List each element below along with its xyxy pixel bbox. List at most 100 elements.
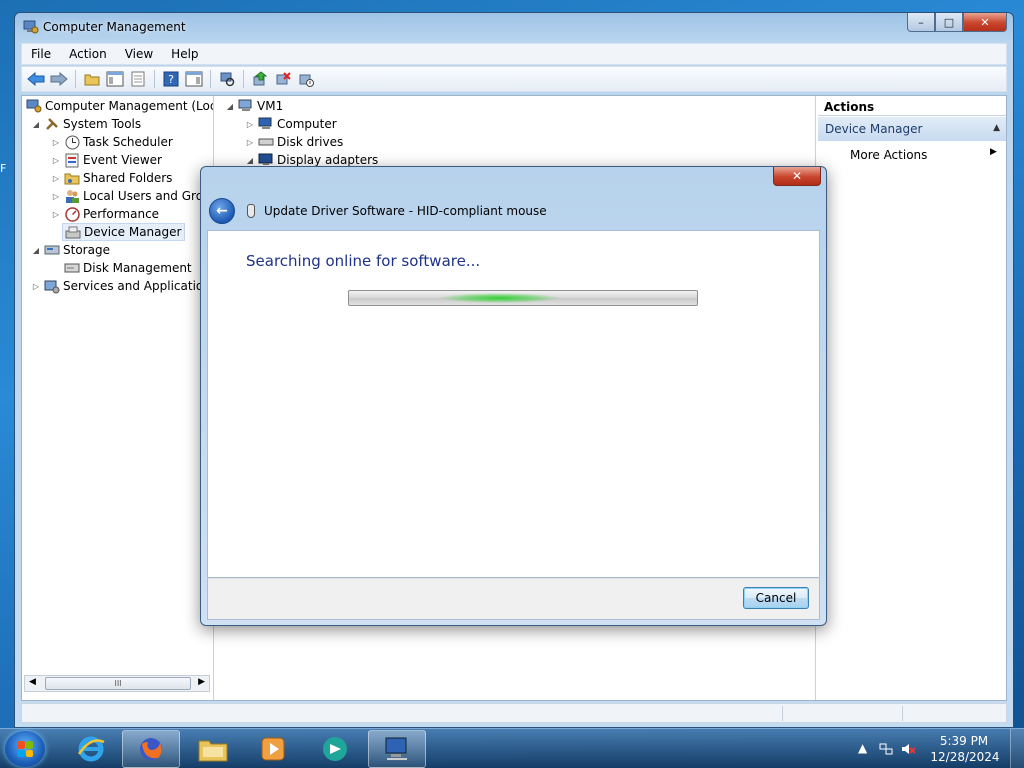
tree-item-storage[interactable]: ◢ Storage bbox=[30, 241, 110, 259]
device-category-computer[interactable]: ▷ Computer bbox=[244, 115, 337, 133]
marquee-progress-bar bbox=[348, 290, 698, 306]
start-button[interactable] bbox=[5, 731, 45, 767]
minimize-button[interactable]: – bbox=[907, 13, 935, 32]
tree-horizontal-scrollbar[interactable]: ◀ III ▶ bbox=[24, 675, 210, 692]
menu-action[interactable]: Action bbox=[60, 47, 116, 61]
status-bar bbox=[21, 703, 1007, 723]
update-driver-icon[interactable] bbox=[250, 69, 270, 89]
tree-label: Local Users and Group bbox=[83, 189, 214, 203]
cancel-button[interactable]: Cancel bbox=[743, 587, 809, 609]
show-hidden-icons-icon[interactable]: ▲ bbox=[858, 741, 867, 755]
collapsed-triangle-icon[interactable]: ▷ bbox=[30, 282, 42, 291]
scrollbar-thumb[interactable]: III bbox=[45, 677, 191, 690]
scroll-right-icon[interactable]: ▶ bbox=[198, 677, 205, 687]
menu-bar: File Action View Help bbox=[21, 43, 1007, 65]
show-hide-tree-icon[interactable] bbox=[105, 69, 125, 89]
event-viewer-icon bbox=[64, 152, 80, 168]
tree-item-event-viewer[interactable]: ▷ Event Viewer bbox=[50, 151, 162, 169]
up-folder-icon[interactable] bbox=[82, 69, 102, 89]
more-actions-link[interactable]: More Actions bbox=[850, 148, 927, 162]
taskbar-file-explorer[interactable] bbox=[184, 730, 242, 768]
tree-item-services-applications[interactable]: ▷ Services and Applications bbox=[30, 277, 214, 295]
expanded-triangle-icon[interactable]: ◢ bbox=[30, 246, 42, 255]
taskbar: ▲ 5:39 PM 12/28/2024 bbox=[0, 728, 1024, 768]
network-icon[interactable] bbox=[878, 741, 894, 757]
actions-section-device-manager[interactable]: Device Manager ▲ bbox=[818, 117, 1006, 141]
back-arrow-icon[interactable]: ← bbox=[209, 198, 235, 224]
clock-date[interactable]: 12/28/2024 bbox=[930, 750, 1000, 764]
status-divider bbox=[782, 706, 783, 721]
computer-management-icon bbox=[26, 98, 42, 114]
scroll-left-icon[interactable]: ◀ bbox=[29, 677, 36, 687]
menu-view[interactable]: View bbox=[116, 47, 162, 61]
tree-label: Storage bbox=[63, 243, 110, 257]
tree-item-task-scheduler[interactable]: ▷ Task Scheduler bbox=[50, 133, 173, 151]
tree-item-disk-management[interactable]: Disk Management bbox=[62, 259, 192, 277]
maximize-button[interactable]: □ bbox=[935, 13, 963, 32]
tree-item-computer-management[interactable]: Computer Management (Local bbox=[24, 97, 213, 115]
collapsed-triangle-icon[interactable]: ▷ bbox=[244, 138, 256, 147]
collapsed-triangle-icon[interactable]: ▷ bbox=[50, 210, 62, 219]
device-category-label: Computer bbox=[277, 117, 337, 131]
tree-item-local-users[interactable]: ▷ Local Users and Group bbox=[50, 187, 214, 205]
taskbar-app[interactable] bbox=[306, 730, 364, 768]
clock-icon bbox=[64, 134, 80, 150]
menu-help[interactable]: Help bbox=[162, 47, 207, 61]
performance-icon bbox=[64, 206, 80, 222]
taskbar-internet-explorer[interactable] bbox=[62, 730, 120, 768]
storage-icon bbox=[44, 242, 60, 258]
device-root-vm1[interactable]: ◢ VM1 bbox=[224, 97, 283, 115]
tree-item-shared-folders[interactable]: ▷ Shared Folders bbox=[50, 169, 172, 187]
expanded-triangle-icon[interactable]: ◢ bbox=[30, 120, 42, 129]
folder-icon bbox=[198, 740, 228, 762]
dialog-body: Searching online for software... bbox=[207, 230, 820, 578]
title-bar[interactable]: Computer Management – □ ✕ bbox=[15, 13, 1013, 41]
tree-label: Services and Applications bbox=[63, 279, 214, 293]
action-pane-icon[interactable] bbox=[184, 69, 204, 89]
tools-icon bbox=[44, 116, 60, 132]
expanded-triangle-icon[interactable]: ◢ bbox=[224, 102, 236, 111]
scan-hardware-icon[interactable] bbox=[217, 69, 237, 89]
internet-explorer-icon bbox=[77, 736, 105, 762]
tree-item-device-manager[interactable]: Device Manager bbox=[62, 223, 186, 241]
tree-label: Performance bbox=[83, 207, 160, 221]
help-icon[interactable]: ? bbox=[161, 69, 181, 89]
disable-device-icon[interactable] bbox=[296, 69, 316, 89]
device-category-disk-drives[interactable]: ▷ Disk drives bbox=[244, 133, 343, 151]
toolbar: ? bbox=[21, 66, 1007, 92]
dialog-close-button[interactable]: ✕ bbox=[773, 167, 821, 186]
menu-file[interactable]: File bbox=[22, 47, 60, 61]
update-driver-dialog: ✕ ← Update Driver Software - HID-complia… bbox=[200, 166, 827, 626]
show-desktop-button[interactable] bbox=[1010, 729, 1024, 768]
toolbar-separator bbox=[75, 70, 76, 88]
actions-section-label: Device Manager bbox=[825, 122, 923, 136]
forward-arrow-icon[interactable] bbox=[49, 69, 69, 89]
properties-icon[interactable] bbox=[128, 69, 148, 89]
tree-item-system-tools[interactable]: ◢ System Tools bbox=[30, 115, 141, 133]
close-button[interactable]: ✕ bbox=[963, 13, 1007, 32]
collapsed-triangle-icon[interactable]: ▷ bbox=[50, 138, 62, 147]
volume-muted-icon[interactable] bbox=[900, 741, 916, 757]
system-tray: ▲ 5:39 PM 12/28/2024 bbox=[854, 729, 1024, 768]
computer-management-icon bbox=[385, 737, 407, 760]
expanded-triangle-icon[interactable]: ◢ bbox=[244, 156, 256, 165]
tree-item-performance[interactable]: ▷ Performance bbox=[50, 205, 159, 223]
taskbar-firefox[interactable] bbox=[122, 730, 180, 768]
tree-label: Event Viewer bbox=[83, 153, 162, 167]
taskbar-computer-management[interactable] bbox=[368, 730, 426, 768]
firefox-icon bbox=[140, 738, 162, 760]
collapsed-triangle-icon[interactable]: ▷ bbox=[50, 174, 62, 183]
taskbar-media-player[interactable] bbox=[244, 730, 302, 768]
uninstall-device-icon[interactable] bbox=[273, 69, 293, 89]
toolbar-separator bbox=[243, 70, 244, 88]
collapse-triangle-icon[interactable]: ▲ bbox=[993, 123, 1000, 133]
back-arrow-icon[interactable] bbox=[26, 69, 46, 89]
clock-time[interactable]: 5:39 PM bbox=[936, 734, 992, 748]
collapsed-triangle-icon[interactable]: ▷ bbox=[50, 156, 62, 165]
actions-pane: Actions Device Manager ▲ More Actions ▶ bbox=[818, 96, 1013, 700]
collapsed-triangle-icon[interactable]: ▷ bbox=[244, 120, 256, 129]
collapsed-triangle-icon[interactable]: ▷ bbox=[50, 192, 62, 201]
windows-logo-icon bbox=[17, 741, 33, 757]
tree-label: Device Manager bbox=[84, 225, 182, 239]
submenu-arrow-icon[interactable]: ▶ bbox=[990, 147, 997, 157]
